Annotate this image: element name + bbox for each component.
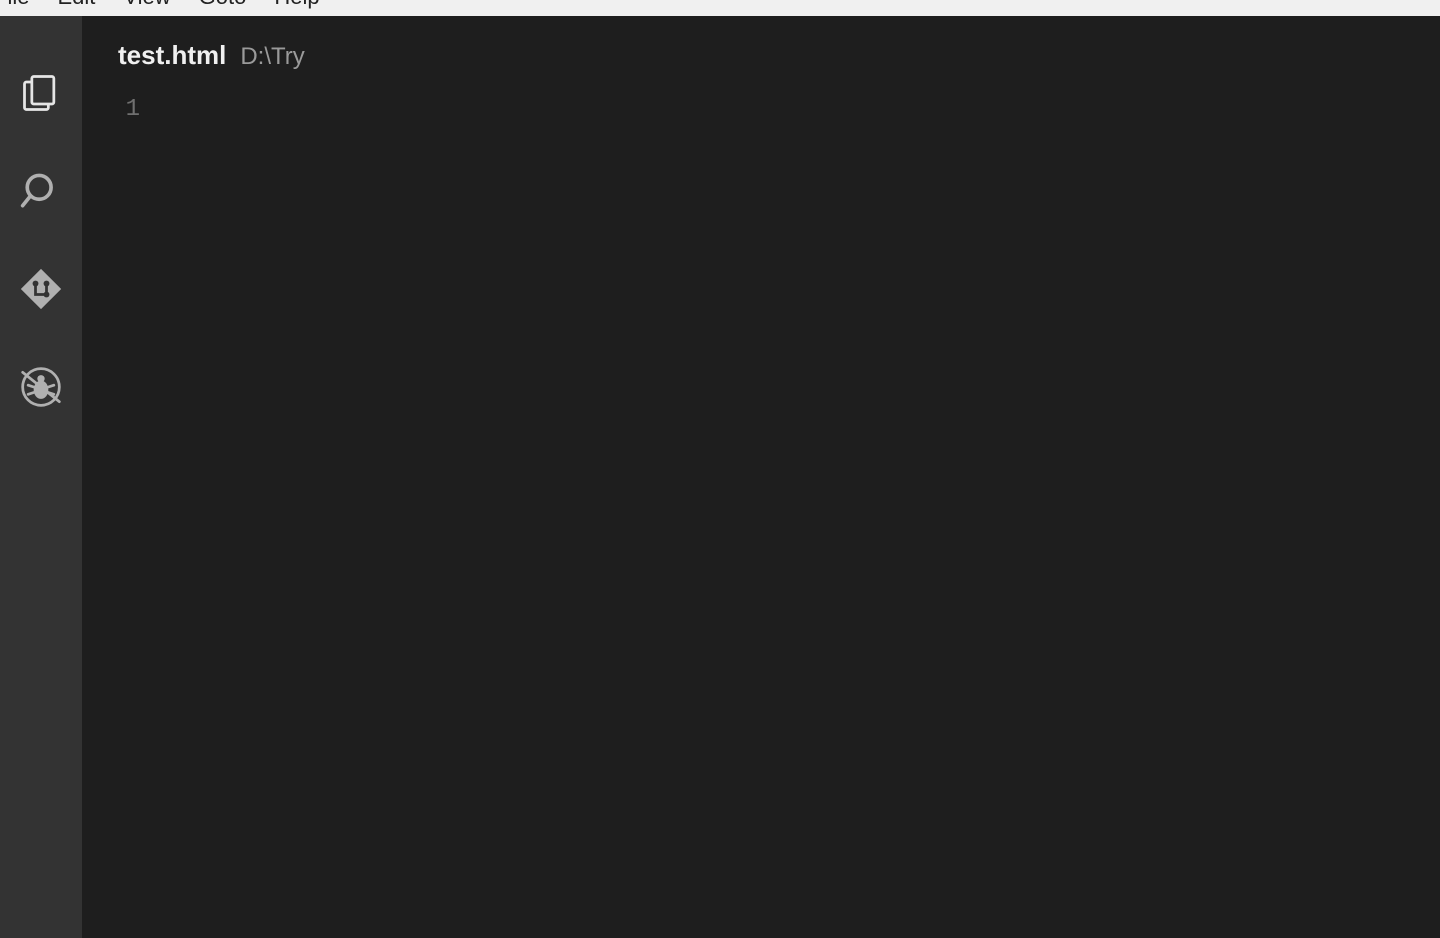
search-button[interactable] [0, 144, 82, 242]
editor-tab-bar: test.html D:\Try [82, 16, 1440, 86]
line-number-gutter: 1 [82, 86, 160, 938]
open-file-path: D:\Try [240, 43, 304, 71]
code-text-area[interactable] [160, 86, 1440, 938]
source-control-icon [19, 267, 63, 316]
debug-button[interactable] [0, 340, 82, 438]
open-file-name[interactable]: test.html [118, 40, 226, 71]
source-control-button[interactable] [0, 242, 82, 340]
menu-edit[interactable]: Edit [43, 0, 109, 8]
explorer-icon [19, 71, 63, 120]
menu-bar: File Edit View Goto Help [0, 0, 1440, 16]
line-number: 1 [82, 92, 140, 128]
search-icon [19, 169, 63, 218]
editor-pane: test.html D:\Try 1 [82, 16, 1440, 938]
menu-view[interactable]: View [109, 0, 184, 8]
menu-goto[interactable]: Goto [185, 0, 261, 8]
code-area: 1 [82, 86, 1440, 938]
main-area: test.html D:\Try 1 [0, 16, 1440, 938]
debug-icon [19, 365, 63, 414]
explorer-button[interactable] [0, 46, 82, 144]
menu-help[interactable]: Help [260, 0, 333, 8]
menu-file[interactable]: File [0, 0, 43, 8]
activity-bar [0, 16, 82, 938]
